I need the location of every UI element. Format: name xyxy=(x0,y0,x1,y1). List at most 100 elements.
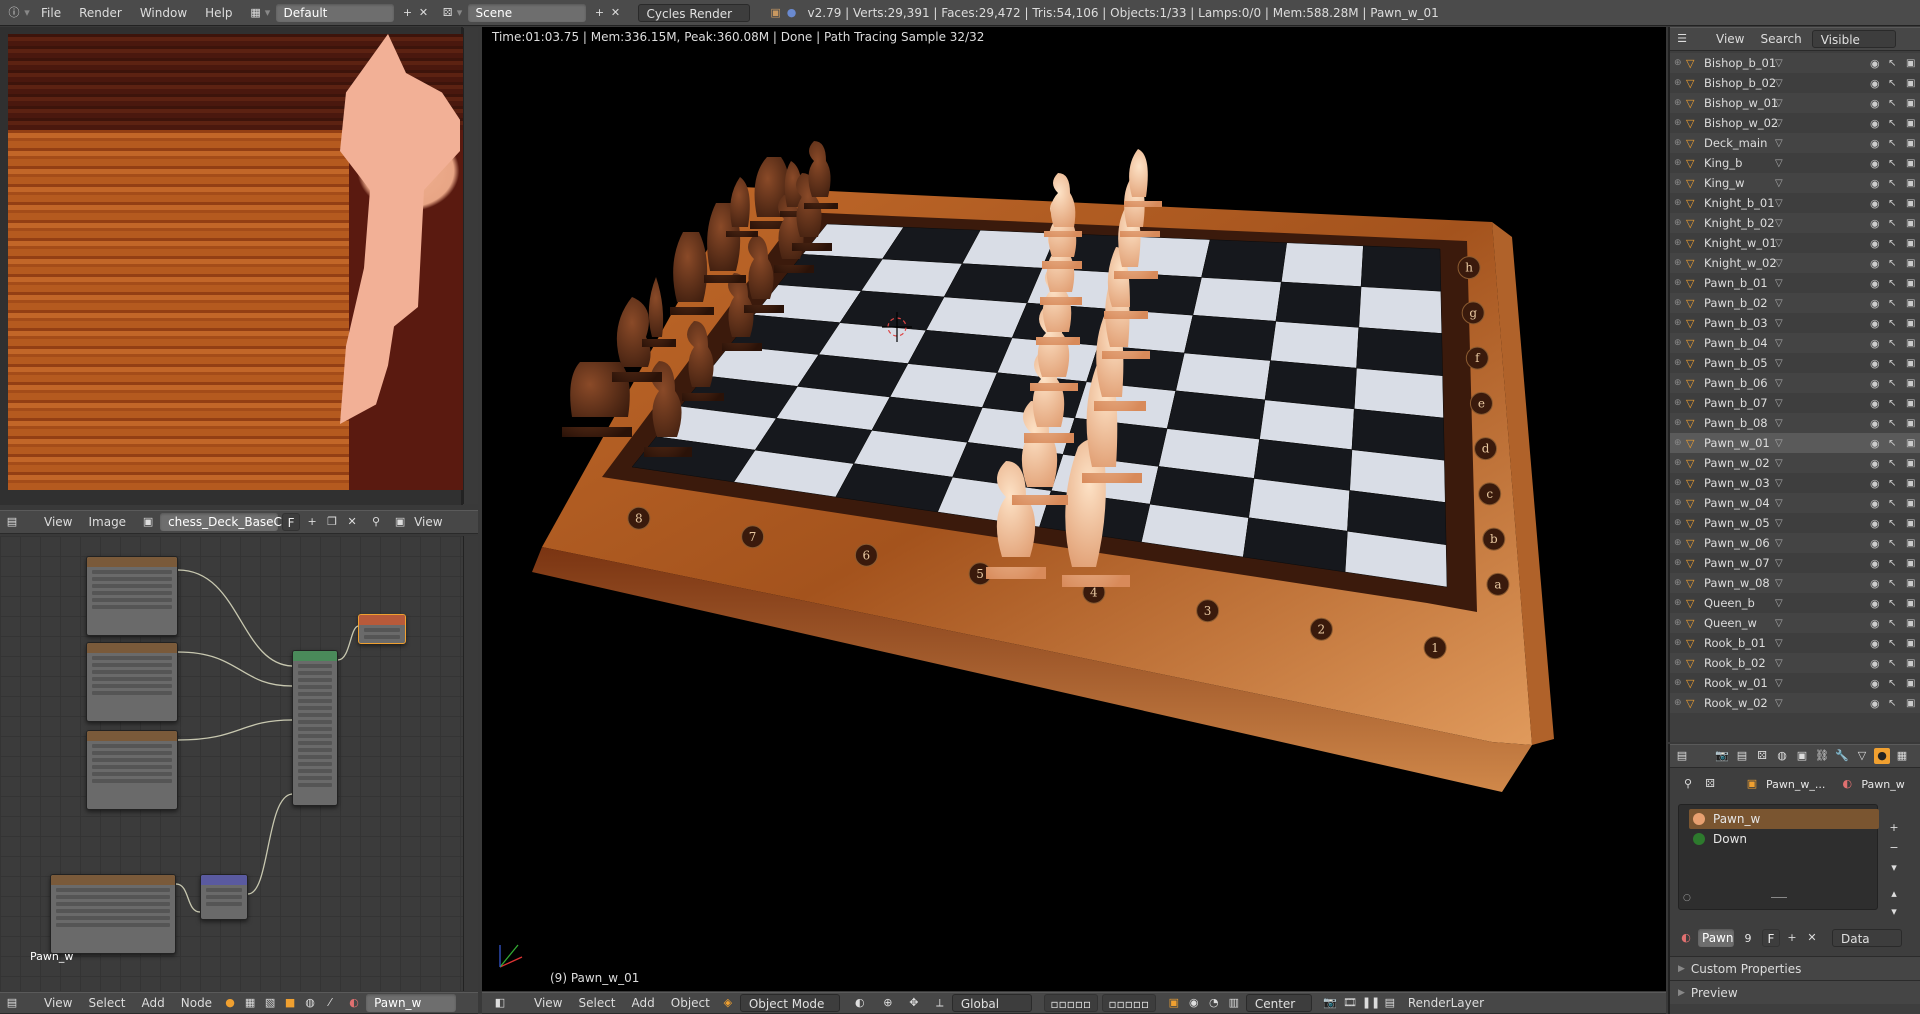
outliner-item-label[interactable]: King_w xyxy=(1700,176,1775,190)
visibility-eye-icon[interactable]: ◉ xyxy=(1870,317,1880,330)
outliner-item-label[interactable]: Knight_w_01 xyxy=(1700,236,1777,250)
selectability-cursor-icon[interactable]: ↖ xyxy=(1888,578,1896,589)
outliner-item-label[interactable]: Bishop_b_01 xyxy=(1700,56,1776,70)
visibility-eye-icon[interactable]: ◉ xyxy=(1870,297,1880,310)
expand-icon[interactable]: ⊕ xyxy=(1674,538,1686,548)
render-camera-icon[interactable]: ▣ xyxy=(1906,618,1915,629)
scene-field[interactable]: Scene xyxy=(467,3,586,22)
selectability-cursor-icon[interactable]: ↖ xyxy=(1888,298,1896,309)
render-tab-icon[interactable]: 📷 xyxy=(1714,748,1730,764)
expand-icon[interactable]: ⊕ xyxy=(1674,198,1686,208)
outliner-item-label[interactable]: Rook_w_01 xyxy=(1700,676,1775,690)
expand-icon[interactable]: ⊕ xyxy=(1674,458,1686,468)
view-mode-icon[interactable]: ▣ xyxy=(392,514,408,530)
visibility-eye-icon[interactable]: ◉ xyxy=(1870,417,1880,430)
outliner-item-label[interactable]: Pawn_w_04 xyxy=(1700,496,1775,510)
render-camera-icon[interactable]: ▣ xyxy=(1906,338,1915,349)
render-camera-icon[interactable]: ▣ xyxy=(1906,538,1915,549)
expand-icon[interactable]: ⊕ xyxy=(1674,138,1686,148)
view-dropdown[interactable]: View xyxy=(412,512,444,532)
visibility-eye-icon[interactable]: ◉ xyxy=(1870,117,1880,130)
visibility-eye-icon[interactable]: ◉ xyxy=(1870,697,1880,710)
expand-icon[interactable]: ⊕ xyxy=(1674,338,1686,348)
open-image-icon[interactable]: ❐ xyxy=(324,514,340,530)
viewport-shading-icon[interactable]: ◐ xyxy=(852,995,868,1011)
visibility-eye-icon[interactable]: ◉ xyxy=(1870,577,1880,590)
selectability-cursor-icon[interactable]: ↖ xyxy=(1888,598,1896,609)
visibility-eye-icon[interactable]: ◉ xyxy=(1870,477,1880,490)
proportional-edit-icon[interactable]: ◉ xyxy=(1186,995,1202,1011)
expand-icon[interactable]: ⊕ xyxy=(1674,658,1686,668)
outliner-row[interactable]: ⊕ ▽ Pawn_b_04 ▽ ◉ ↖ ▣ xyxy=(1670,333,1920,353)
render-camera-icon[interactable]: ▣ xyxy=(1906,678,1915,689)
visibility-eye-icon[interactable]: ◉ xyxy=(1870,217,1880,230)
outliner-item-label[interactable]: Rook_b_02 xyxy=(1700,656,1775,670)
visibility-eye-icon[interactable]: ◉ xyxy=(1870,57,1880,70)
orientation-dropdown[interactable]: Global xyxy=(951,994,1032,1012)
context-object[interactable]: Pawn_w_... xyxy=(1766,778,1825,791)
render-camera-icon[interactable]: ▣ xyxy=(1906,58,1915,69)
outliner-row[interactable]: ⊕ ▽ Pawn_b_05 ▽ ◉ ↖ ▣ xyxy=(1670,353,1920,373)
selectability-cursor-icon[interactable]: ↖ xyxy=(1888,538,1896,549)
image-editor-scrollbar[interactable] xyxy=(463,28,478,504)
outliner-row[interactable]: ⊕ ▽ Rook_w_02 ▽ ◉ ↖ ▣ xyxy=(1670,693,1920,713)
expand-icon[interactable]: ⊕ xyxy=(1674,218,1686,228)
3d-viewport[interactable]: Time:01:03.75 | Mem:336.15M, Peak:360.08… xyxy=(482,27,1666,991)
move-down-icon[interactable]: ▾ xyxy=(1886,904,1902,920)
pause-icon[interactable]: ❚❚ xyxy=(1362,995,1380,1011)
outliner-row[interactable]: ⊕ ▽ Pawn_b_06 ▽ ◉ ↖ ▣ xyxy=(1670,373,1920,393)
material-users-count[interactable]: 9 xyxy=(1738,932,1758,945)
outliner-row[interactable]: ⊕ ▽ Queen_b ▽ ◉ ↖ ▣ xyxy=(1670,593,1920,613)
outliner-item-label[interactable]: Pawn_b_02 xyxy=(1700,296,1775,310)
render-camera-icon[interactable]: ▣ xyxy=(1906,458,1915,469)
pin-icon[interactable]: ⚲ xyxy=(368,514,384,530)
material-slot-list[interactable]: Pawn_w Down ○ xyxy=(1678,804,1879,910)
list-filter-icon[interactable]: ○ xyxy=(1683,893,1691,903)
visibility-eye-icon[interactable]: ◉ xyxy=(1870,337,1880,350)
visibility-eye-icon[interactable]: ◉ xyxy=(1870,257,1880,270)
outliner-item-label[interactable]: Pawn_w_02 xyxy=(1700,456,1775,470)
outliner-item-label[interactable]: Pawn_b_06 xyxy=(1700,376,1775,390)
outliner-row[interactable]: ⊕ ▽ Pawn_b_02 ▽ ◉ ↖ ▣ xyxy=(1670,293,1920,313)
menu-file[interactable]: File xyxy=(32,0,70,26)
add-scene-icon[interactable]: + xyxy=(592,5,608,21)
render-camera-icon[interactable]: ▣ xyxy=(1906,138,1915,149)
outliner-row[interactable]: ⊕ ▽ Deck_main ▽ ◉ ↖ ▣ xyxy=(1670,133,1920,153)
visibility-eye-icon[interactable]: ◉ xyxy=(1870,497,1880,510)
close-image-icon[interactable]: ✕ xyxy=(344,514,360,530)
visibility-eye-icon[interactable]: ◉ xyxy=(1870,637,1880,650)
render-camera-icon[interactable]: ▣ xyxy=(1906,178,1915,189)
outliner-row[interactable]: ⊕ ▽ Bishop_b_01 ▽ ◉ ↖ ▣ xyxy=(1670,53,1920,73)
link-dropdown[interactable]: Data xyxy=(1832,929,1902,947)
texture-tab-icon[interactable]: ▦ xyxy=(1894,748,1910,764)
outliner-row[interactable]: ⊕ ▽ Pawn_w_04 ▽ ◉ ↖ ▣ xyxy=(1670,493,1920,513)
delete-scene-icon[interactable]: ✕ xyxy=(608,5,624,21)
outliner-item-label[interactable]: Pawn_w_01 xyxy=(1700,436,1775,450)
expand-icon[interactable]: ⊕ xyxy=(1674,178,1686,188)
line-style-icon[interactable]: ⁄ xyxy=(322,995,338,1011)
render-camera-icon[interactable]: ▣ xyxy=(1906,578,1915,589)
manipulator-icon[interactable]: ✥ xyxy=(906,995,922,1011)
render-camera-icon[interactable]: ▣ xyxy=(1906,358,1915,369)
expand-icon[interactable]: ⊕ xyxy=(1674,558,1686,568)
expand-icon[interactable]: ⊕ xyxy=(1674,438,1686,448)
render-image-icon[interactable]: 📷 xyxy=(1322,995,1338,1011)
panel-custom-properties[interactable]: ▶ Custom Properties xyxy=(1670,956,1920,980)
render-camera-icon[interactable]: ▣ xyxy=(1906,398,1915,409)
menu-node[interactable]: Node xyxy=(175,993,218,1013)
outliner-row[interactable]: ⊕ ▽ Pawn_b_03 ▽ ◉ ↖ ▣ xyxy=(1670,313,1920,333)
visibility-eye-icon[interactable]: ◉ xyxy=(1870,177,1880,190)
render-camera-icon[interactable]: ▣ xyxy=(1906,478,1915,489)
expand-icon[interactable]: ⊕ xyxy=(1674,638,1686,648)
expand-icon[interactable]: ⊕ xyxy=(1674,378,1686,388)
texture-nodes-icon[interactable]: ▧ xyxy=(262,995,278,1011)
outliner-item-label[interactable]: Pawn_w_07 xyxy=(1700,556,1775,570)
object-tab-icon[interactable]: ▣ xyxy=(1794,748,1810,764)
selectability-cursor-icon[interactable]: ↖ xyxy=(1888,478,1896,489)
render-camera-icon[interactable]: ▣ xyxy=(1906,498,1915,509)
expand-icon[interactable]: ⊕ xyxy=(1674,58,1686,68)
outliner-item-label[interactable]: Queen_w xyxy=(1700,616,1775,630)
render-camera-icon[interactable]: ▣ xyxy=(1906,278,1915,289)
unlink-material-icon[interactable]: ✕ xyxy=(1804,930,1820,946)
selectability-cursor-icon[interactable]: ↖ xyxy=(1888,258,1896,269)
